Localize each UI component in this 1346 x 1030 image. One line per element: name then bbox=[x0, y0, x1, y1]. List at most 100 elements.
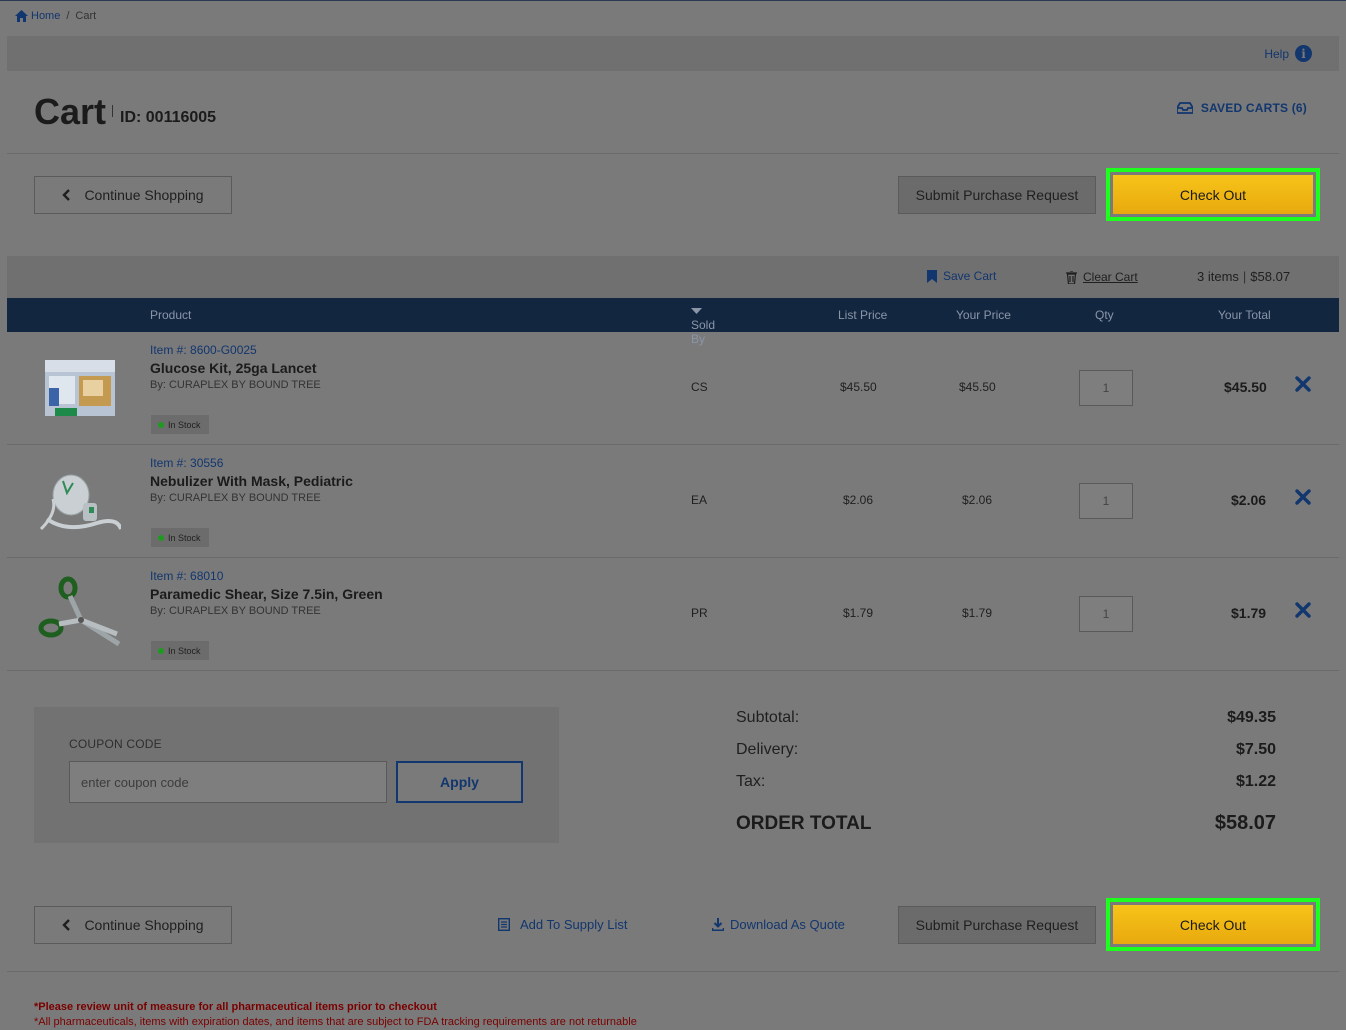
subtotal-label: Subtotal: bbox=[736, 709, 800, 726]
continue-shopping-label: Continue Shopping bbox=[84, 917, 204, 933]
trash-icon bbox=[1066, 270, 1077, 284]
apply-coupon-button[interactable]: Apply bbox=[396, 761, 523, 803]
sold-by-value: PR bbox=[691, 606, 708, 620]
divider bbox=[7, 971, 1339, 972]
product-name-link[interactable]: Nebulizer With Mask, Pediatric bbox=[150, 473, 353, 489]
status-dot-icon bbox=[158, 421, 164, 428]
item-number-link[interactable]: Item #: 30556 bbox=[150, 456, 223, 470]
checkout-highlight: Check Out bbox=[1106, 168, 1320, 221]
your-price-value: $45.50 bbox=[959, 380, 996, 394]
quantity-input[interactable]: 1 bbox=[1079, 483, 1133, 519]
coupon-code-input[interactable] bbox=[69, 761, 387, 803]
your-price-value: $2.06 bbox=[962, 493, 993, 507]
inbox-icon bbox=[1176, 102, 1193, 114]
breadcrumb-home-link[interactable]: Home bbox=[15, 10, 60, 22]
check-out-button[interactable]: Check Out bbox=[1113, 175, 1313, 214]
clear-cart-label: Clear Cart bbox=[1083, 270, 1138, 284]
download-as-quote-link[interactable]: Download As Quote bbox=[712, 917, 845, 932]
check-out-button-bottom[interactable]: Check Out bbox=[1113, 905, 1313, 944]
product-name-link[interactable]: Glucose Kit, 25ga Lancet bbox=[150, 360, 317, 376]
title-divider bbox=[112, 105, 113, 117]
breadcrumb-home-label: Home bbox=[31, 10, 61, 22]
cart-id: ID: 00116005 bbox=[120, 109, 217, 126]
table-row: Item #: 30556 Nebulizer With Mask, Pedia… bbox=[7, 445, 1339, 558]
continue-shopping-button[interactable]: Continue Shopping bbox=[34, 176, 232, 214]
product-name-link[interactable]: Paramedic Shear, Size 7.5in, Green bbox=[150, 586, 383, 602]
download-icon bbox=[712, 918, 724, 931]
in-stock-badge: In Stock bbox=[151, 415, 209, 434]
chevron-left-icon bbox=[62, 919, 71, 931]
pharmaceutical-uom-note: *Please review unit of measure for all p… bbox=[34, 1001, 437, 1013]
product-brand: By: CURAPLEX BY BOUND TREE bbox=[150, 605, 321, 617]
list-price-value: $2.06 bbox=[843, 493, 874, 507]
order-total-value: $58.07 bbox=[1214, 812, 1276, 834]
quantity-input[interactable]: 1 bbox=[1079, 370, 1133, 406]
bookmark-icon bbox=[927, 269, 937, 283]
saved-carts-link[interactable]: SAVED CARTS (6) bbox=[1176, 101, 1307, 115]
status-dot-icon bbox=[158, 647, 164, 654]
line-total: $2.06 bbox=[1231, 492, 1267, 508]
close-icon bbox=[1295, 489, 1311, 505]
saved-carts-label: SAVED CARTS (6) bbox=[1200, 101, 1307, 115]
in-stock-badge: In Stock bbox=[151, 641, 209, 660]
in-stock-label: In Stock bbox=[168, 532, 201, 543]
in-stock-badge: In Stock bbox=[151, 528, 209, 547]
list-price-value: $45.50 bbox=[840, 380, 877, 394]
list-price-value: $1.79 bbox=[843, 606, 874, 620]
product-brand: By: CURAPLEX BY BOUND TREE bbox=[150, 492, 321, 504]
save-cart-label: Save Cart bbox=[943, 269, 997, 283]
save-cart-link[interactable]: Save Cart bbox=[927, 269, 996, 283]
remove-item-button[interactable] bbox=[1295, 489, 1311, 510]
tax-value: $1.22 bbox=[1235, 773, 1276, 790]
sold-by-value: CS bbox=[691, 380, 708, 394]
remove-item-button[interactable] bbox=[1295, 376, 1311, 397]
submit-purchase-request-button[interactable]: Submit Purchase Request bbox=[898, 176, 1096, 214]
add-to-supply-list-link[interactable]: Add To Supply List bbox=[498, 917, 627, 932]
col-product: Product bbox=[150, 308, 192, 322]
help-label: Help bbox=[1264, 46, 1289, 61]
coupon-panel: COUPON CODE Apply bbox=[34, 707, 559, 843]
your-price-value: $1.79 bbox=[962, 606, 993, 620]
remove-item-button[interactable] bbox=[1295, 602, 1311, 623]
sold-by-value: EA bbox=[691, 493, 708, 507]
info-icon: i bbox=[1295, 45, 1312, 62]
divider bbox=[7, 153, 1339, 154]
list-icon bbox=[498, 918, 510, 931]
table-row: Item #: 68010 Paramedic Shear, Size 7.5i… bbox=[7, 558, 1339, 671]
product-image-nebulizer[interactable] bbox=[37, 463, 123, 535]
home-icon bbox=[15, 10, 28, 22]
submit-purchase-request-button-bottom[interactable]: Submit Purchase Request bbox=[898, 906, 1096, 944]
help-bar bbox=[7, 36, 1339, 71]
cart-summary: 3 items | $58.07 bbox=[1197, 269, 1291, 284]
product-image-glucose-kit[interactable] bbox=[37, 350, 121, 422]
chevron-left-icon bbox=[62, 189, 71, 201]
in-stock-label: In Stock bbox=[168, 419, 201, 430]
item-number-link[interactable]: Item #: 68010 bbox=[150, 569, 223, 583]
delivery-value: $7.50 bbox=[1235, 741, 1276, 758]
product-brand: By: CURAPLEX BY BOUND TREE bbox=[150, 379, 321, 391]
continue-shopping-button-bottom[interactable]: Continue Shopping bbox=[34, 906, 232, 944]
tax-label: Tax: bbox=[736, 773, 766, 790]
col-list-price: List Price bbox=[838, 308, 888, 322]
table-row: Item #: 8600-G0025 Glucose Kit, 25ga Lan… bbox=[7, 332, 1339, 445]
continue-shopping-label: Continue Shopping bbox=[84, 187, 204, 203]
add-to-supply-list-label: Add To Supply List bbox=[520, 917, 628, 932]
cart-items-count: 3 items bbox=[1197, 269, 1239, 284]
product-image-paramedic-shear[interactable] bbox=[37, 576, 121, 648]
order-total-label: ORDER TOTAL bbox=[736, 813, 872, 834]
quantity-input[interactable]: 1 bbox=[1079, 596, 1133, 632]
col-sold-by[interactable]: Sold By bbox=[691, 308, 715, 346]
breadcrumb-current: Cart bbox=[75, 10, 97, 22]
line-total: $1.79 bbox=[1231, 605, 1267, 621]
col-qty: Qty bbox=[1095, 308, 1114, 322]
page-title: Cart bbox=[34, 91, 107, 132]
help-link[interactable]: Help i bbox=[1264, 45, 1312, 62]
item-number-link[interactable]: Item #: 8600-G0025 bbox=[150, 343, 257, 357]
subtotal-value: $49.35 bbox=[1227, 709, 1276, 726]
sort-down-icon bbox=[691, 308, 702, 314]
returns-policy-note: *All pharmaceuticals, items with expirat… bbox=[34, 1016, 637, 1028]
col-your-price: Your Price bbox=[956, 308, 1011, 322]
delivery-label: Delivery: bbox=[736, 741, 799, 758]
breadcrumb-separator: / bbox=[66, 10, 70, 22]
clear-cart-link[interactable]: Clear Cart bbox=[1066, 270, 1138, 284]
